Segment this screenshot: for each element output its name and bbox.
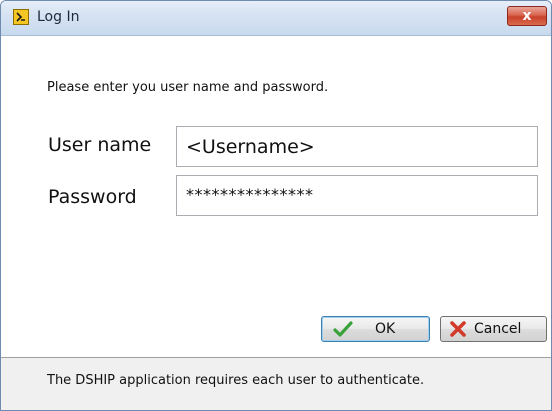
checkmark-icon <box>333 321 353 341</box>
cancel-button[interactable]: Cancel <box>440 316 547 342</box>
instruction-text: Please enter you user name and password. <box>47 80 329 95</box>
username-label: User name <box>48 134 152 156</box>
ok-button-label: OK <box>375 321 396 337</box>
title-bar[interactable]: Log In x <box>1 1 551 36</box>
close-icon: x <box>522 8 532 24</box>
login-dialog: Log In x Please enter you user name and … <box>0 0 552 411</box>
status-bar: The DSHIP application requires each user… <box>1 358 551 410</box>
close-button[interactable]: x <box>507 6 547 26</box>
ok-button[interactable]: OK <box>321 316 430 342</box>
password-label: Password <box>48 186 137 208</box>
labview-app-icon <box>13 9 29 25</box>
username-value: <Username> <box>186 136 315 158</box>
status-text: The DSHIP application requires each user… <box>47 373 425 388</box>
red-x-icon <box>449 321 467 341</box>
username-field[interactable]: <Username> <box>176 126 538 167</box>
cancel-button-label: Cancel <box>474 321 522 337</box>
password-value: *************** <box>186 185 314 204</box>
password-field[interactable]: *************** <box>176 175 538 216</box>
window-title: Log In <box>37 9 80 25</box>
